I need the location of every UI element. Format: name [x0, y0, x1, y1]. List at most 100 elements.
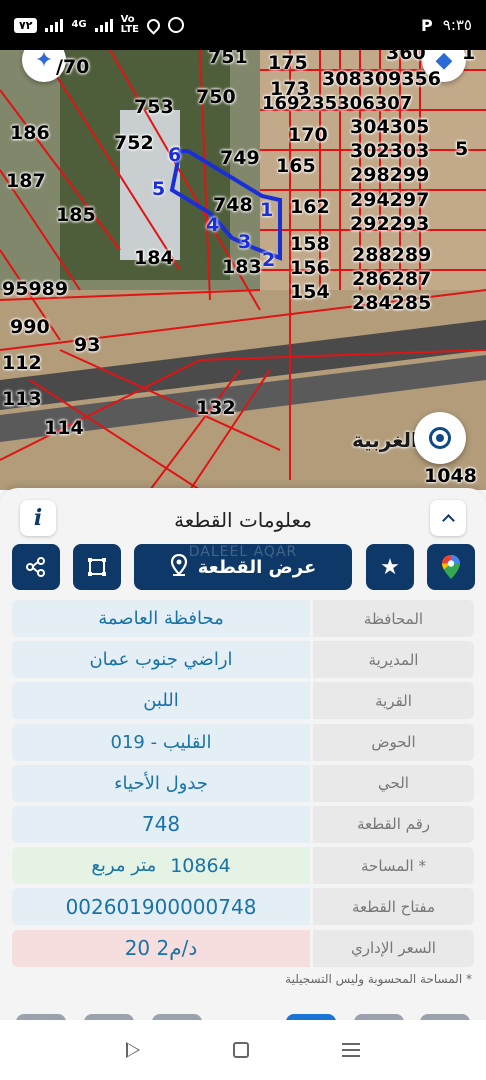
- plot-number-label: 752: [114, 132, 154, 154]
- cell-signal-icon: [94, 18, 113, 32]
- locate-icon: [429, 427, 451, 449]
- plot-number-label: 304305: [350, 116, 430, 138]
- plot-number-label: 302303: [350, 140, 430, 162]
- google-maps-icon: [442, 555, 460, 579]
- home-icon[interactable]: [232, 1042, 249, 1058]
- chevron-up-icon: [441, 514, 455, 527]
- system-nav-bar: [0, 1020, 486, 1080]
- location-status-icon: [144, 15, 163, 35]
- area-unit: متر مربع: [91, 855, 157, 877]
- plot-number-label: 186: [10, 122, 50, 144]
- governorate-value: محافظة العاصمة: [12, 600, 310, 637]
- neighborhood-label: الحي: [313, 764, 474, 802]
- compass-icon: ✦: [34, 50, 54, 73]
- plot-number-label: 169235306307: [262, 93, 413, 114]
- draw-boundary-button[interactable]: [73, 544, 121, 590]
- admin-price-value: 20 د/م2: [12, 929, 310, 967]
- parcel-info-sheet: i معلومات القطعة عرض القطعة DALEEL AQAR …: [0, 488, 486, 1020]
- plot-number-label: 156: [290, 257, 330, 279]
- google-maps-button[interactable]: [427, 544, 475, 590]
- status-bar: ٧٢ 4G Vo LTE P ٩:٣٥: [0, 0, 486, 50]
- place-name-label: الغربية: [352, 428, 418, 452]
- area-value: متر مربع 10864: [12, 847, 310, 885]
- plot-number-label: 284285: [352, 292, 432, 314]
- wifi-signal-icon: [45, 18, 64, 32]
- area-number: 10864: [170, 854, 231, 877]
- plot-number-label: 288289: [352, 244, 432, 266]
- vertex-label: 6: [168, 144, 182, 166]
- app-screen: ٧٢ 4G Vo LTE P ٩:٣٥ ✦ ◆ 751 175 360 1 /7…: [0, 0, 486, 1080]
- action-toolbar: عرض القطعة DALEEL AQAR ★: [0, 544, 486, 592]
- info-row-admin-price: 20 د/م2 السعر الإداري: [12, 929, 474, 967]
- info-row-plot-number: 748 رقم القطعة: [12, 805, 474, 843]
- vertex-label: 4: [206, 214, 220, 236]
- p-app-icon: P: [421, 15, 433, 35]
- plot-key-label: مفتاح القطعة: [313, 888, 474, 926]
- plot-number-label: 95989: [2, 278, 69, 300]
- alarm-icon: [167, 17, 184, 33]
- status-left: ٧٢ 4G Vo LTE: [14, 15, 184, 35]
- plot-number-label: 113: [2, 388, 42, 410]
- plot-number-label: 751: [208, 50, 248, 68]
- parcel-map[interactable]: ✦ ◆ 751 175 360 1 /70 173 308309356 753 …: [0, 50, 486, 490]
- share-icon: [26, 557, 45, 577]
- plot-number-label: 175: [268, 52, 308, 74]
- back-icon[interactable]: [126, 1042, 141, 1058]
- plot-number-label: 990: [10, 316, 50, 338]
- sheet-header: i معلومات القطعة: [0, 498, 486, 542]
- info-row-directorate: اراضي جنوب عمان المديرية: [12, 641, 474, 679]
- show-plot-button[interactable]: عرض القطعة: [134, 544, 352, 590]
- plot-number-label: 1: [462, 50, 476, 64]
- plot-number-label: 114: [44, 417, 84, 439]
- map-pin-icon: [170, 553, 188, 581]
- my-location-button[interactable]: [414, 412, 466, 464]
- plot-number-label: 162: [290, 196, 330, 218]
- info-row-governorate: محافظة العاصمة المحافظة: [12, 600, 474, 637]
- sheet-title: معلومات القطعة: [174, 508, 312, 532]
- parcel-info-table: محافظة العاصمة المحافظة اراضي جنوب عمان …: [12, 600, 474, 971]
- plot-number-label: 750: [196, 86, 236, 108]
- plot-number-label: 170: [288, 124, 328, 146]
- volte-indicator: Vo LTE: [121, 15, 139, 35]
- vertex-label: 5: [152, 178, 166, 200]
- plot-number-label: 184: [134, 247, 174, 269]
- plot-number-label: 292293: [350, 213, 430, 235]
- status-time: ٩:٣٥: [442, 16, 472, 34]
- favorite-button[interactable]: ★: [366, 544, 414, 590]
- plot-number-label: /70: [56, 56, 90, 78]
- area-value-group: متر مربع 10864: [91, 855, 230, 877]
- directorate-label: المديرية: [313, 641, 474, 679]
- plot-number-label: 165: [276, 155, 316, 177]
- recents-icon[interactable]: [341, 1043, 360, 1057]
- village-label: القرية: [313, 682, 474, 720]
- polygon-icon: [88, 558, 106, 576]
- vertex-label: 3: [238, 231, 252, 253]
- info-row-neighborhood: جدول الأحياء الحي: [12, 764, 474, 802]
- share-button[interactable]: [12, 544, 60, 590]
- admin-price-label: السعر الإداري: [313, 929, 474, 967]
- plot-number-label: 1048: [424, 465, 477, 487]
- plot-number-label: 93: [74, 334, 101, 356]
- area-footnote: * المساحة المحسوبة وليس التسجيلية: [285, 972, 472, 986]
- plot-number-value: 748: [12, 805, 310, 843]
- directorate-value: اراضي جنوب عمان: [12, 641, 310, 679]
- plot-number-label: 5: [455, 138, 469, 160]
- volte-bottom: LTE: [120, 24, 139, 35]
- plot-number-label: رقم القطعة: [313, 805, 474, 843]
- plot-number-label: 308309356: [322, 68, 441, 90]
- network-type: 4G: [71, 19, 87, 30]
- governorate-label: المحافظة: [313, 600, 474, 637]
- area-label: المساحة *: [313, 847, 474, 885]
- status-right: P ٩:٣٥: [421, 16, 472, 35]
- basin-value: القليب - 019: [12, 723, 310, 761]
- info-row-basin: القليب - 019 الحوض: [12, 723, 474, 761]
- show-plot-label: عرض القطعة: [197, 556, 317, 578]
- collapse-button[interactable]: [430, 500, 466, 536]
- village-value: اللبن: [12, 682, 310, 720]
- battery-indicator: ٧٢: [14, 17, 38, 33]
- plot-number-label: 753: [134, 96, 174, 118]
- plot-number-label: 158: [290, 233, 330, 255]
- plot-number-label: 749: [220, 147, 260, 169]
- plot-number-label: 294297: [350, 189, 430, 211]
- plot-number-label: 112: [2, 352, 42, 374]
